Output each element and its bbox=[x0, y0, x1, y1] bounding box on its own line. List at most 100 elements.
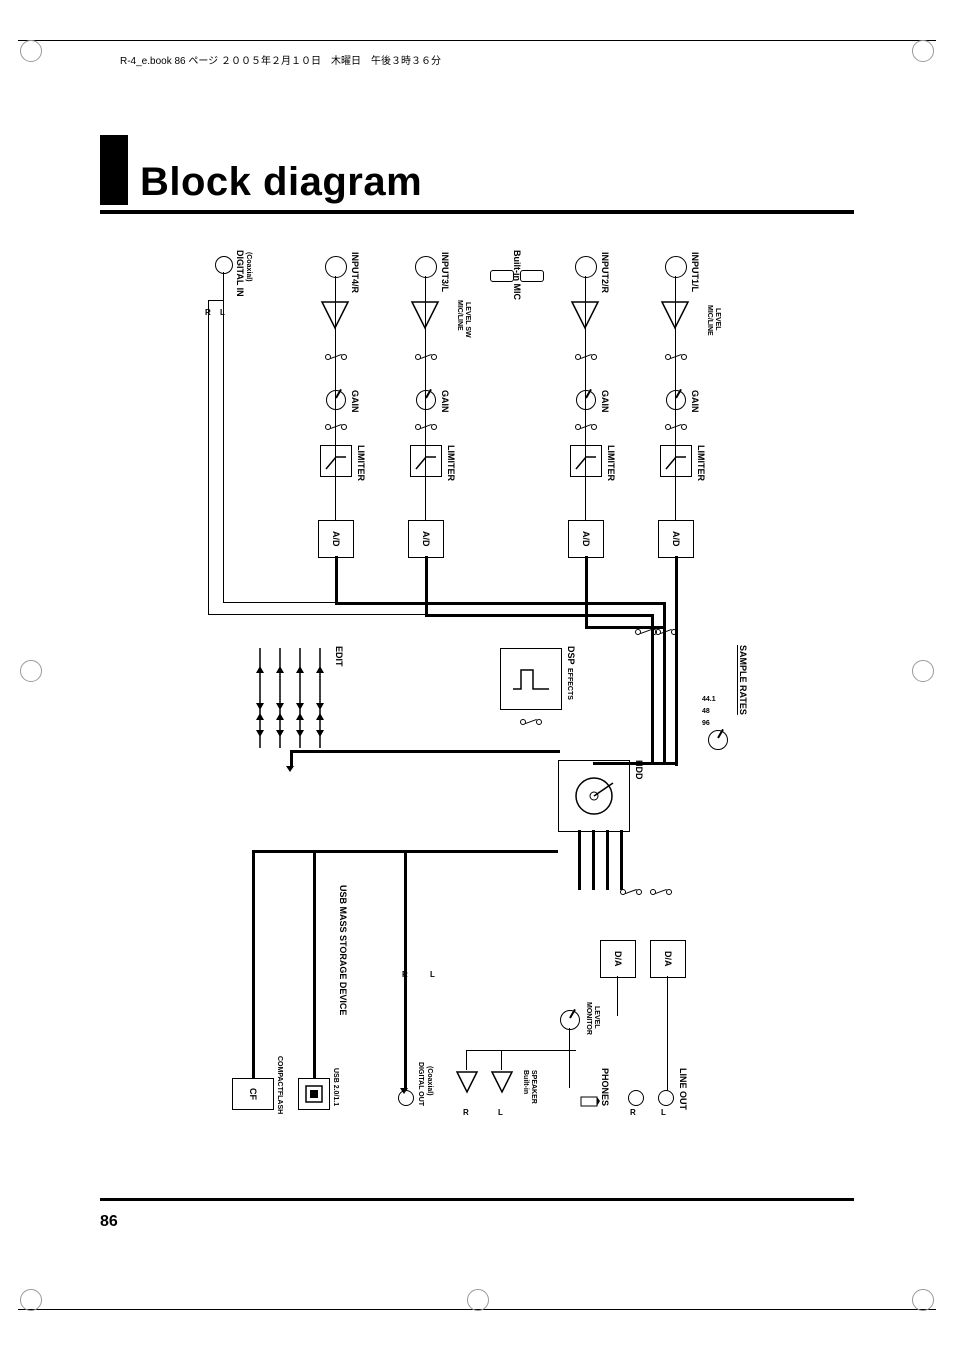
mic-l bbox=[490, 270, 514, 282]
wire bbox=[606, 830, 609, 890]
label-input1: INPUT1/L bbox=[690, 252, 700, 292]
gain-knob-1 bbox=[666, 390, 686, 410]
sample-rate-knob bbox=[708, 730, 728, 750]
label-builtin-mic: Built-in MIC bbox=[512, 250, 522, 300]
jack-input1 bbox=[665, 256, 687, 278]
ad-1: A/D bbox=[658, 520, 694, 558]
label-effects: EFFECTS bbox=[566, 668, 573, 700]
wire bbox=[223, 602, 653, 603]
jack-digital-in bbox=[215, 256, 233, 274]
title-accent bbox=[100, 135, 128, 205]
wire bbox=[675, 556, 678, 766]
block-diagram: INPUT1/L INPUT2/R INPUT3/L INPUT4/R Buil… bbox=[180, 250, 780, 1170]
limiter-3 bbox=[410, 445, 442, 477]
wire bbox=[501, 1050, 502, 1070]
lbl-R: R bbox=[630, 1108, 636, 1117]
wire bbox=[404, 850, 407, 1090]
wire bbox=[675, 276, 676, 520]
wire bbox=[663, 602, 666, 762]
label-line-out: LINE OUT bbox=[678, 1068, 688, 1110]
label-gain: GAIN bbox=[600, 390, 610, 413]
label-limiter: LIMITER bbox=[696, 445, 706, 481]
wire bbox=[252, 850, 255, 1078]
label-input3: INPUT3/L bbox=[440, 252, 450, 292]
label-input4: INPUT4/R bbox=[350, 252, 360, 293]
gain-knob-2 bbox=[576, 390, 596, 410]
switch bbox=[660, 630, 672, 634]
label-spk-b: SPEAKER bbox=[530, 1070, 537, 1104]
registration-mark bbox=[912, 660, 934, 682]
switch bbox=[670, 425, 682, 429]
jack-input4 bbox=[325, 256, 347, 278]
crop-mark-top bbox=[18, 40, 936, 42]
wire bbox=[651, 614, 654, 762]
cf-card: CF bbox=[232, 1078, 274, 1110]
label-compactflash: COMPACTFLASH bbox=[276, 1056, 283, 1114]
lbl-L: L bbox=[430, 970, 435, 979]
switch bbox=[625, 890, 637, 894]
ad-4: A/D bbox=[318, 520, 354, 558]
jack-lineout-l bbox=[658, 1090, 674, 1106]
switch bbox=[420, 355, 432, 359]
jack-input2 bbox=[575, 256, 597, 278]
label-phones: PHONES bbox=[600, 1068, 610, 1106]
label-digital-out-sub: (Coaxial) bbox=[426, 1066, 433, 1096]
wire bbox=[578, 830, 581, 890]
sr-96: 96 bbox=[702, 720, 710, 727]
phones-jack-icon bbox=[580, 1094, 600, 1110]
wire bbox=[593, 762, 677, 765]
wire bbox=[466, 1050, 467, 1070]
lbl-L: L bbox=[498, 1108, 503, 1117]
wire bbox=[569, 1028, 570, 1088]
label-limiter: LIMITER bbox=[606, 445, 616, 481]
wire bbox=[585, 276, 586, 520]
registration-mark bbox=[467, 1289, 489, 1311]
label-usb: USB 2.0/1.1 bbox=[332, 1068, 339, 1106]
label-input2: INPUT2/R bbox=[600, 252, 610, 293]
label-usb-storage: USB MASS STORAGE DEVICE bbox=[338, 885, 348, 1015]
sr-48: 48 bbox=[702, 708, 710, 715]
switch bbox=[330, 425, 342, 429]
wire bbox=[617, 976, 618, 1016]
wire bbox=[208, 300, 209, 614]
wire bbox=[667, 976, 668, 1090]
wire bbox=[335, 556, 338, 602]
gain-knob-4 bbox=[326, 390, 346, 410]
mic-r bbox=[520, 270, 544, 282]
switch bbox=[420, 425, 432, 429]
wire bbox=[425, 556, 428, 614]
edit-block bbox=[250, 648, 330, 748]
footer-rule bbox=[100, 1198, 854, 1201]
wire bbox=[223, 272, 224, 602]
wire bbox=[466, 1050, 576, 1051]
page-number: 86 bbox=[100, 1213, 118, 1231]
limiter-2 bbox=[570, 445, 602, 477]
wire bbox=[290, 750, 560, 753]
label-micline2: MIC/LINE bbox=[456, 300, 463, 331]
switch bbox=[670, 355, 682, 359]
label-micline2b: LEVEL SW bbox=[464, 302, 471, 338]
label-micline1: MIC/LINE bbox=[706, 305, 713, 336]
wire bbox=[592, 830, 595, 890]
lbl-R: R bbox=[463, 1108, 469, 1117]
speaker-r bbox=[455, 1070, 479, 1099]
label-monitor: MONITOR bbox=[585, 1002, 592, 1035]
da-2: D/A bbox=[600, 940, 636, 978]
limiter-1 bbox=[660, 445, 692, 477]
label-sample-rates: SAMPLE RATES bbox=[738, 645, 748, 715]
ad-3: A/D bbox=[408, 520, 444, 558]
label-gain: GAIN bbox=[350, 390, 360, 413]
wire bbox=[425, 276, 426, 520]
speaker-l bbox=[490, 1070, 514, 1099]
jack-lineout-r bbox=[628, 1090, 644, 1106]
registration-mark bbox=[20, 660, 42, 682]
switch bbox=[330, 355, 342, 359]
label-micline1b: LEVEL bbox=[714, 308, 721, 331]
hdd bbox=[558, 760, 630, 832]
wire bbox=[335, 276, 336, 520]
switch bbox=[525, 720, 537, 724]
jack-input3 bbox=[415, 256, 437, 278]
document-header: R-4_e.book 86 ページ ２００５年２月１０日 木曜日 午後３時３６分 bbox=[120, 52, 441, 67]
switch bbox=[655, 890, 667, 894]
label-limiter: LIMITER bbox=[446, 445, 456, 481]
